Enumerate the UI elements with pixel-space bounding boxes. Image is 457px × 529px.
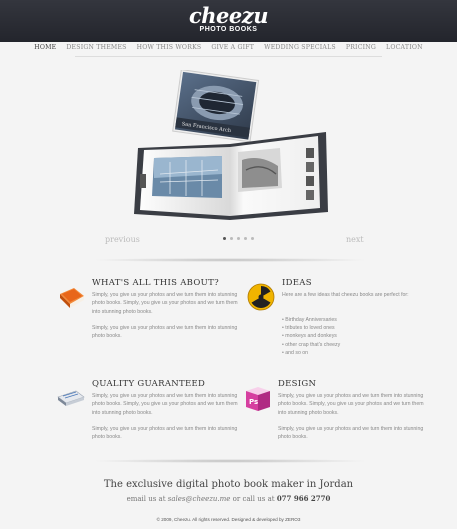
- feature-about-text-1: Simply, you give us your photos and we t…: [92, 292, 238, 315]
- section-divider: [90, 459, 370, 463]
- main-nav: HOME DESIGN THEMES HOW THIS WORKS GIVE A…: [0, 44, 457, 54]
- book-cover: San Francisco Arch: [172, 70, 260, 143]
- logo-brand[interactable]: cheezu: [0, 3, 457, 28]
- nav-pricing[interactable]: PRICING: [346, 44, 376, 54]
- slider-dot-3[interactable]: [237, 237, 240, 240]
- slider-dot-2[interactable]: [230, 237, 233, 240]
- ideas-list-item: • Birthday Anniversaries: [282, 317, 337, 323]
- nav-how-this-works[interactable]: HOW THIS WORKS: [137, 44, 202, 54]
- feature-quality: QUALITY GUARANTEED Simply, you give us y…: [56, 379, 238, 449]
- logo-subtitle: PHOTO BOOKS: [199, 26, 258, 33]
- design-box-icon: Ps: [246, 387, 270, 411]
- ideas-list: • Birthday Anniversaries • tributes to l…: [282, 316, 340, 357]
- svg-text:Ps: Ps: [249, 398, 258, 406]
- feature-ideas: IDEAS Here are a few ideas that cheezu b…: [246, 278, 426, 368]
- ideas-list-item: • other crap that's cheezy: [282, 341, 341, 348]
- slider-pagination: [223, 237, 254, 240]
- contact-email-link[interactable]: sales@cheezu.me: [168, 495, 231, 503]
- certificate-icon: [57, 390, 85, 406]
- feature-about-text-2: Simply, you give us your photos and we t…: [92, 325, 238, 340]
- contact-email-prefix: email us at: [126, 495, 166, 503]
- footer-copyright: © 2009, Cheezu. All rights reserved. Des…: [156, 517, 301, 522]
- contact-call-prefix: or call us at: [232, 495, 275, 503]
- feature-quality-text-2: Simply, you give us your photos and we t…: [92, 426, 238, 441]
- radiation-icon: [247, 283, 275, 311]
- nav-give-a-gift[interactable]: GIVE A GIFT: [211, 44, 254, 54]
- feature-ideas-intro: Here are a few ideas that cheezu books a…: [282, 292, 409, 298]
- slider-dot-1[interactable]: [223, 237, 226, 240]
- photo-book-showcase: San Francisco Arch: [134, 70, 328, 220]
- slider-dot-5[interactable]: [251, 237, 254, 240]
- feature-quality-text-1: Simply, you give us your photos and we t…: [92, 393, 238, 416]
- feature-design-text-1: Simply, you give us your photos and we t…: [278, 393, 424, 416]
- nav-divider: [75, 56, 382, 57]
- feature-quality-title: QUALITY GUARANTEED: [92, 379, 206, 389]
- feature-design-text-2: Simply, you give us your photos and we t…: [278, 426, 424, 441]
- feature-about: WHAT'S ALL THIS ABOUT? Simply, you give …: [56, 278, 238, 348]
- slider-next[interactable]: next: [346, 235, 364, 244]
- tagline: The exclusive digital photo book maker i…: [103, 479, 354, 490]
- ideas-list-item: • and so on: [282, 349, 309, 356]
- contact-phone[interactable]: 077 966 2770: [277, 494, 331, 503]
- feature-design-title: DESIGN: [278, 379, 317, 389]
- nav-home[interactable]: HOME: [34, 44, 56, 54]
- contact-line: email us at sales@cheezu.me or call us a…: [0, 494, 457, 503]
- slider-previous[interactable]: previous: [105, 235, 140, 244]
- nav-design-themes[interactable]: DESIGN THEMES: [66, 44, 126, 54]
- nav-wedding-specials[interactable]: WEDDING SPECIALS: [264, 44, 336, 54]
- section-divider: [90, 258, 370, 262]
- feature-about-title: WHAT'S ALL THIS ABOUT?: [92, 278, 219, 288]
- book-icon: [60, 288, 84, 308]
- slider-dot-4[interactable]: [244, 237, 247, 240]
- nav-location[interactable]: LOCATION: [386, 44, 423, 54]
- ideas-list-item: • monkeys and donkeys: [282, 333, 337, 340]
- ideas-list-item: • tributes to loved ones: [282, 325, 335, 332]
- open-book: [134, 132, 328, 220]
- feature-ideas-title: IDEAS: [282, 278, 312, 288]
- feature-design: Ps DESIGN Simply, you give us your photo…: [242, 379, 424, 449]
